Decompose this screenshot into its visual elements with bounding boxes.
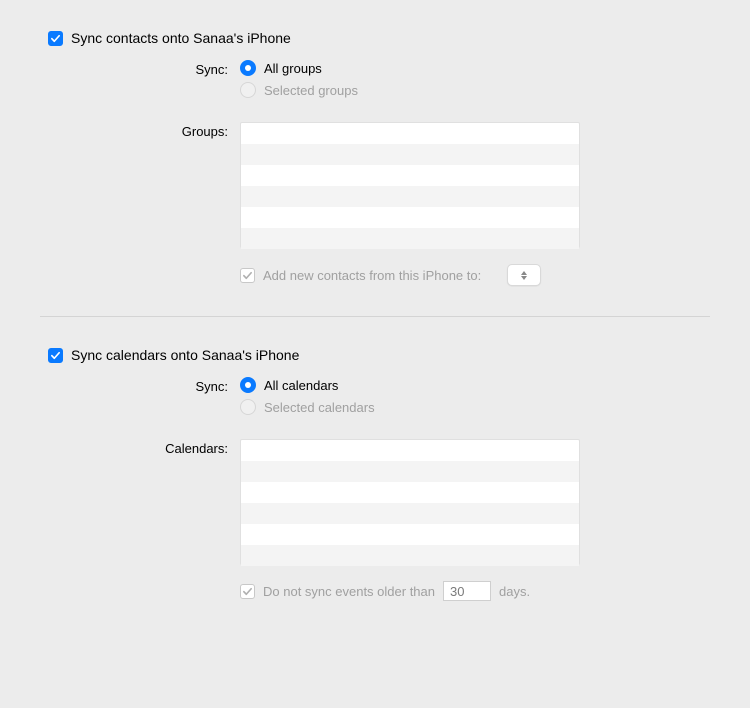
contacts-radio-all-groups[interactable] xyxy=(240,60,256,76)
add-new-contacts-dropdown[interactable] xyxy=(507,264,541,286)
contacts-radio-selected-groups[interactable] xyxy=(240,82,256,98)
calendars-radio-all[interactable] xyxy=(240,377,256,393)
checkmark-icon xyxy=(242,586,253,597)
add-new-contacts-checkbox[interactable] xyxy=(240,268,255,283)
no-sync-prefix-label: Do not sync events older than xyxy=(263,584,435,599)
list-item xyxy=(241,165,579,186)
list-item xyxy=(241,482,579,503)
calendars-list-label: Calendars: xyxy=(40,439,240,456)
section-divider xyxy=(40,316,710,317)
contacts-radio-all-label: All groups xyxy=(264,61,322,76)
chevron-down-icon xyxy=(521,276,527,280)
calendars-radio-all-label: All calendars xyxy=(264,378,338,393)
no-sync-suffix-label: days. xyxy=(499,584,530,599)
list-item xyxy=(241,503,579,524)
list-item xyxy=(241,545,579,566)
list-item xyxy=(241,207,579,228)
checkmark-icon xyxy=(50,350,61,361)
sync-contacts-checkbox[interactable] xyxy=(48,31,63,46)
calendars-radio-selected-label: Selected calendars xyxy=(264,400,375,415)
calendars-section: Sync calendars onto Sanaa's iPhone Sync:… xyxy=(40,347,710,631)
list-item xyxy=(241,524,579,545)
list-item xyxy=(241,186,579,207)
list-item xyxy=(241,144,579,165)
list-item xyxy=(241,123,579,144)
list-item xyxy=(241,440,579,461)
contacts-section: Sync contacts onto Sanaa's iPhone Sync: … xyxy=(40,30,710,316)
sync-contacts-label: Sync contacts onto Sanaa's iPhone xyxy=(71,30,291,46)
contacts-sync-label: Sync: xyxy=(40,60,240,77)
add-new-contacts-label: Add new contacts from this iPhone to: xyxy=(263,268,481,283)
calendars-radio-selected[interactable] xyxy=(240,399,256,415)
checkmark-icon xyxy=(50,33,61,44)
sync-calendars-checkbox[interactable] xyxy=(48,348,63,363)
no-sync-days-input[interactable] xyxy=(443,581,491,601)
list-item xyxy=(241,228,579,249)
list-item xyxy=(241,461,579,482)
contacts-groups-listbox[interactable] xyxy=(240,122,580,248)
contacts-groups-label: Groups: xyxy=(40,122,240,139)
checkmark-icon xyxy=(242,270,253,281)
calendars-sync-label: Sync: xyxy=(40,377,240,394)
calendars-listbox[interactable] xyxy=(240,439,580,565)
contacts-radio-selected-label: Selected groups xyxy=(264,83,358,98)
chevron-up-icon xyxy=(521,271,527,275)
no-sync-old-events-checkbox[interactable] xyxy=(240,584,255,599)
sync-calendars-label: Sync calendars onto Sanaa's iPhone xyxy=(71,347,299,363)
